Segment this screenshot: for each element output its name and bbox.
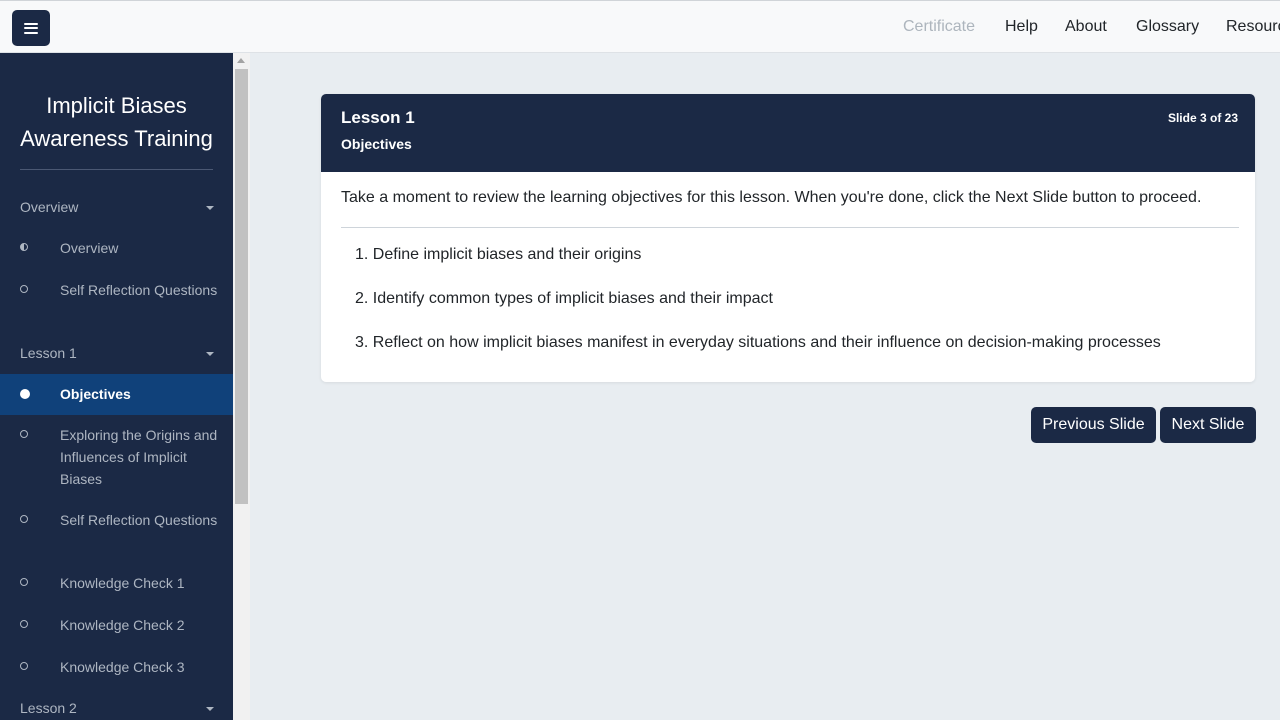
nav-glossary-link[interactable]: Glossary [1136, 18, 1199, 36]
sidebar-item-label: Knowledge Check 1 [60, 575, 185, 591]
scrollbar-thumb[interactable] [235, 69, 248, 504]
section-lesson2-toggle[interactable]: Lesson 2 [20, 700, 220, 716]
incomplete-circle-icon [20, 620, 28, 628]
previous-slide-button[interactable]: Previous Slide [1031, 407, 1156, 443]
sidebar-item-overview[interactable]: Overview [0, 237, 233, 259]
next-slide-button[interactable]: Next Slide [1160, 407, 1256, 443]
scroll-up-arrow-icon[interactable] [237, 58, 245, 63]
sidebar-item-label: Overview [60, 240, 119, 256]
sidebar-item-label: Self Reflection Questions [60, 282, 218, 298]
top-navbar: Certificate Help About Glossary Resource… [0, 0, 1280, 53]
section-overview-toggle[interactable]: Overview [20, 199, 220, 215]
slide-counter: Slide 3 of 23 [1167, 111, 1238, 125]
sidebar-item-self-reflection[interactable]: Self Reflection Questions [0, 279, 233, 323]
sidebar-item-objectives[interactable]: Objectives [0, 374, 233, 415]
course-title: Implicit Biases Awareness Training [20, 93, 213, 151]
incomplete-circle-icon [20, 430, 28, 438]
caret-down-icon [206, 352, 214, 356]
section-overview-label: Overview [20, 199, 79, 215]
section-lesson2-label: Lesson 2 [20, 700, 77, 716]
objective-item: 3. Reflect on how implicit biases manife… [355, 334, 1161, 351]
card-divider [341, 227, 1239, 228]
incomplete-circle-icon [20, 285, 28, 293]
lesson-subtitle: Objectives [341, 136, 412, 152]
nav-certificate-link: Certificate [903, 18, 976, 35]
current-page-icon [20, 389, 30, 399]
sidebar-item-label: Knowledge Check 3 [60, 659, 185, 675]
lesson-intro-text: Take a moment to review the learning obj… [341, 189, 1202, 206]
section-lesson1-toggle[interactable]: Lesson 1 [20, 345, 220, 361]
incomplete-circle-icon [20, 515, 28, 523]
caret-down-icon [206, 707, 214, 711]
nav-resources-link[interactable]: Resources [1226, 18, 1280, 36]
sidebar-item-knowledge-check-2[interactable]: Knowledge Check 2 [0, 614, 233, 636]
objective-item: 1. Define implicit biases and their orig… [355, 246, 642, 263]
sidebar-item-label: Knowledge Check 2 [60, 617, 185, 633]
lesson-card-header: Lesson 1 Objectives Slide 3 of 23 [321, 94, 1255, 172]
incomplete-circle-icon [20, 578, 28, 586]
sidebar-divider [20, 169, 213, 170]
nav-help-link[interactable]: Help [1005, 18, 1038, 36]
sidebar-item-label: Objectives [60, 386, 131, 402]
course-sidebar: Implicit Biases Awareness Training Overv… [0, 53, 233, 720]
lesson-card: Lesson 1 Objectives Slide 3 of 23 Take a… [321, 94, 1255, 382]
sidebar-scrollbar[interactable] [233, 53, 250, 720]
lesson-title: Lesson 1 [341, 108, 415, 127]
sidebar-item-knowledge-check-1[interactable]: Knowledge Check 1 [0, 572, 233, 594]
half-complete-icon [20, 243, 28, 251]
sidebar-item-knowledge-check-3[interactable]: Knowledge Check 3 [0, 656, 233, 678]
incomplete-circle-icon [20, 662, 28, 670]
objective-item: 2. Identify common types of implicit bia… [355, 290, 773, 307]
top-nav-links: Certificate Help About Glossary Resource… [0, 1, 1280, 54]
section-lesson1-label: Lesson 1 [20, 345, 77, 361]
sidebar-item-self-reflection-lesson1[interactable]: Self Reflection Questions [0, 509, 233, 553]
objectives-list: 1. Define implicit biases and their orig… [355, 245, 1235, 377]
sidebar-item-label: Exploring the Origins and Influences of … [60, 427, 218, 487]
sidebar-item-exploring-origins[interactable]: Exploring the Origins and Influences of … [0, 424, 233, 490]
nav-about-link[interactable]: About [1065, 18, 1107, 36]
sidebar-item-label: Self Reflection Questions [60, 512, 218, 528]
caret-down-icon [206, 206, 214, 210]
